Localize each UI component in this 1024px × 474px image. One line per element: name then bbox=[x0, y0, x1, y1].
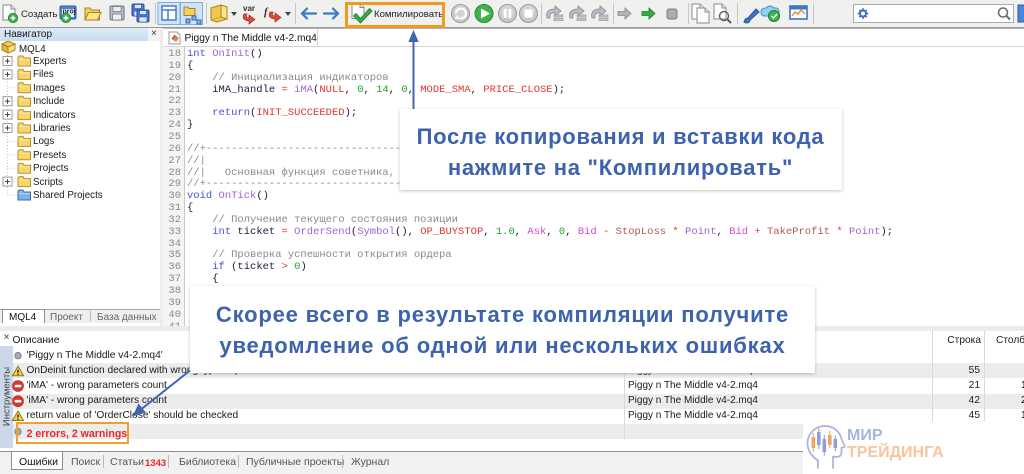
svg-text:f: f bbox=[264, 6, 269, 18]
svg-text:МИР: МИР bbox=[847, 427, 883, 444]
svg-text:var: var bbox=[243, 4, 255, 13]
svg-text:ТРЕЙДИНГА: ТРЕЙДИНГА bbox=[847, 442, 944, 461]
